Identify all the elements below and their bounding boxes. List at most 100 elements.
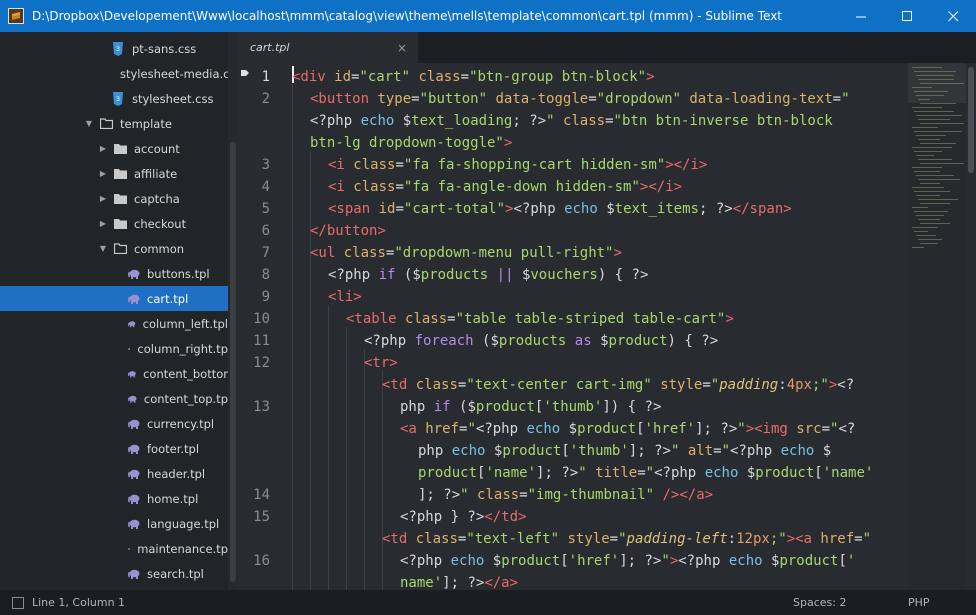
code-line: php echo $product['thumb']; ?>" alt="<?p…	[418, 443, 832, 459]
minimap-line	[920, 103, 956, 104]
minimap-line	[914, 191, 950, 192]
sidebar-item[interactable]: search.tpl	[0, 561, 228, 586]
sidebar-item[interactable]: language.tpl	[0, 511, 228, 536]
chevron-right-icon[interactable]: ▶	[98, 169, 108, 178]
sidebar-item-label: search.tpl	[147, 566, 204, 581]
minimap-line	[914, 231, 928, 232]
folder-open-icon	[100, 118, 113, 129]
chevron-down-icon[interactable]: ▼	[98, 244, 108, 253]
line-number: 4	[261, 179, 270, 195]
sidebar-item[interactable]: maintenance.tp	[0, 536, 228, 561]
sidebar-item-label: template	[120, 116, 172, 131]
minimize-button[interactable]	[838, 0, 884, 32]
maximize-button[interactable]	[884, 0, 930, 32]
php-elephant-icon	[128, 569, 140, 579]
sidebar-item[interactable]: ▼ common	[0, 236, 228, 261]
sidebar-item[interactable]: content_bottor	[0, 361, 228, 386]
minimap-line	[912, 107, 942, 108]
code-line: <?php if ($products || $vouchers) { ?>	[328, 267, 649, 283]
line-number: 9	[261, 289, 270, 305]
editor-scrollbar-thumb[interactable]	[968, 67, 974, 173]
minimap[interactable]	[908, 63, 966, 590]
panel-toggle-icon[interactable]	[12, 596, 24, 609]
sidebar-item-label: home.tpl	[147, 491, 199, 506]
sidebar-item[interactable]: 3stylesheet-media.c	[0, 61, 228, 86]
tab-close-icon[interactable]: ×	[392, 41, 412, 55]
minimap-line	[914, 131, 962, 132]
code-line: <?php foreach ($products as $product) { …	[364, 333, 719, 349]
chevron-down-icon[interactable]: ▼	[84, 119, 94, 128]
minimap-line	[920, 143, 956, 144]
line-number: 2	[261, 91, 270, 107]
code-area[interactable]: <div id="cart" class="btn-group btn-bloc…	[290, 63, 908, 590]
sidebar-item[interactable]: content_top.tp	[0, 386, 228, 411]
line-number: 14	[253, 487, 270, 503]
chevron-right-icon[interactable]: ▶	[98, 144, 108, 153]
css-file-icon: 3	[113, 91, 123, 106]
line-number: 10	[253, 311, 270, 327]
line-number: 11	[253, 333, 270, 349]
sidebar-scrollbar-thumb[interactable]	[230, 142, 236, 582]
minimap-line	[920, 83, 964, 84]
sidebar-item[interactable]: column_right.tp	[0, 336, 228, 361]
sidebar-file-tree[interactable]: 3pt-sans.css3stylesheet-media.c3styleshe…	[0, 32, 238, 590]
syntax-setting[interactable]: PHP	[908, 596, 976, 609]
line-number: 5	[261, 201, 270, 217]
sidebar-item-label: footer.tpl	[147, 441, 200, 456]
minimap-line	[918, 199, 958, 200]
sidebar-item[interactable]: ▶ captcha	[0, 186, 228, 211]
sidebar-item[interactable]: ▼ template	[0, 111, 228, 136]
status-bar: Line 1, Column 1 Spaces: 2 PHP	[0, 590, 976, 615]
code-line: <div id="cart" class="btn-group btn-bloc…	[292, 69, 655, 85]
php-elephant-icon	[128, 469, 140, 479]
code-editor[interactable]: 1 2 3 4 5 6 7 8 9 10 11 12 13 14 15 16 <div id="cart" c…	[238, 63, 976, 590]
sidebar-item-label: currency.tpl	[147, 416, 215, 431]
chevron-right-icon[interactable]: ▶	[98, 194, 108, 203]
minimap-line	[916, 115, 962, 116]
sidebar-item[interactable]: cart.tpl	[0, 286, 228, 311]
minimap-line	[918, 159, 952, 160]
folder-open-icon	[114, 243, 127, 254]
tab-cart-tpl[interactable]: cart.tpl ×	[238, 32, 418, 63]
minimize-icon	[855, 16, 866, 17]
line-number: 3	[261, 157, 270, 173]
code-line: ]; ?>" class="img-thumbnail" /></a>	[418, 487, 714, 503]
sidebar-item-label: language.tpl	[147, 516, 220, 531]
editor-scrollbar[interactable]	[966, 63, 976, 590]
sidebar-item-label: header.tpl	[147, 466, 206, 481]
close-button[interactable]	[930, 0, 976, 32]
minimap-line	[912, 67, 942, 68]
sidebar-item-label: content_top.tp	[143, 391, 228, 406]
sidebar-item[interactable]: 3 stylesheet.css	[0, 86, 228, 111]
sidebar-item-label: captcha	[134, 191, 180, 206]
indentation-setting[interactable]: Spaces: 2	[793, 596, 908, 609]
minimap-line	[912, 87, 932, 88]
line-number: 13	[253, 399, 270, 415]
minimap-line	[920, 243, 938, 244]
svg-text:3: 3	[116, 46, 120, 53]
code-line: <i class="fa fa-shopping-cart hidden-sm"…	[328, 157, 708, 173]
minimap-line	[916, 175, 954, 176]
sidebar-item[interactable]: ▶ affiliate	[0, 161, 228, 186]
sidebar-item-label: column_left.tpl	[142, 316, 228, 331]
code-line: <a href="<?php echo $product['href']; ?>…	[400, 421, 856, 437]
sidebar-item[interactable]: header.tpl	[0, 461, 228, 486]
code-line: name']; ?></a>	[400, 575, 519, 590]
sidebar-item[interactable]: ▶ account	[0, 136, 228, 161]
sidebar-item[interactable]: currency.tpl	[0, 411, 228, 436]
chevron-right-icon[interactable]: ▶	[98, 219, 108, 228]
sidebar-item[interactable]: ▶ checkout	[0, 211, 228, 236]
sidebar-item[interactable]: footer.tpl	[0, 436, 228, 461]
sidebar-item[interactable]: buttons.tpl	[0, 261, 228, 286]
sidebar-item[interactable]: column_left.tpl	[0, 311, 228, 336]
sidebar-scrollbar[interactable]	[228, 32, 238, 590]
sidebar-item[interactable]: 3 pt-sans.css	[0, 36, 228, 61]
php-elephant-icon	[128, 419, 140, 429]
sublime-text-icon	[8, 8, 24, 24]
minimap-line	[914, 111, 954, 112]
code-line: product['name']; ?>" title="<?php echo $…	[418, 465, 874, 481]
code-line: <table class="table table-striped table-…	[346, 311, 734, 327]
folder-icon	[114, 194, 127, 204]
sidebar-item[interactable]: home.tpl	[0, 486, 228, 511]
minimap-line	[918, 99, 930, 100]
